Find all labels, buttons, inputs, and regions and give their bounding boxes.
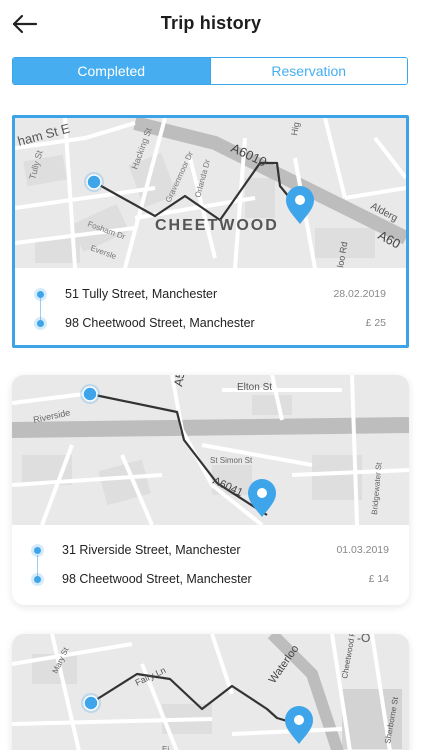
origin-dot-icon [37,291,44,298]
svg-text:St Simon St: St Simon St [210,456,253,465]
trip-origin-row: 31 Riverside Street, Manchester 01.03.20… [12,541,409,561]
route-map: ham St E Tully St Hacking St Gravenmoor … [15,118,406,268]
trip-origin-row: 51 Tully Street, Manchester 28.02.2019 [15,285,406,305]
trip-card[interactable]: Elton St Riverside St Simon St A6041 Bri… [12,375,409,605]
trip-type-tabs: Completed Reservation [12,57,408,85]
tab-reservation[interactable]: Reservation [209,58,407,84]
trip-date: 01.03.2019 [336,544,389,556]
destination-address: 98 Cheetwood Street, Manchester [65,316,255,330]
trip-price: £ 14 [368,573,389,585]
destination-dot-icon [37,320,44,327]
trip-destination-row: 98 Cheetwood Street, Manchester £ 25 [15,314,406,334]
svg-text:Ei: Ei [162,745,169,750]
route-map: Elton St Riverside St Simon St A6041 Bri… [12,375,409,525]
route-map: Fairy Ln Waterloo Cheetwood Rd Sherborne… [12,634,409,750]
tab-completed[interactable]: Completed [13,58,210,84]
svg-text:A5: A5 [171,375,187,388]
destination-address: 98 Cheetwood Street, Manchester [62,572,252,586]
origin-address: 51 Tully Street, Manchester [65,287,218,301]
header: Trip history [0,0,422,50]
svg-text:-O: -O [357,634,370,645]
page-title: Trip history [160,13,262,33]
trip-destination-row: 98 Cheetwood Street, Manchester £ 14 [12,570,409,590]
destination-dot-icon [34,576,41,583]
svg-text:Elton St: Elton St [237,382,272,393]
origin-address: 31 Riverside Street, Manchester [62,543,241,557]
trip-price: £ 25 [365,317,386,329]
trip-card[interactable]: ham St E Tully St Hacking St Gravenmoor … [12,115,409,348]
svg-text:CHEETWOOD: CHEETWOOD [155,217,279,234]
trip-card[interactable]: Fairy Ln Waterloo Cheetwood Rd Sherborne… [12,634,409,750]
trip-date: 28.02.2019 [333,288,386,300]
origin-dot-icon [34,547,41,554]
